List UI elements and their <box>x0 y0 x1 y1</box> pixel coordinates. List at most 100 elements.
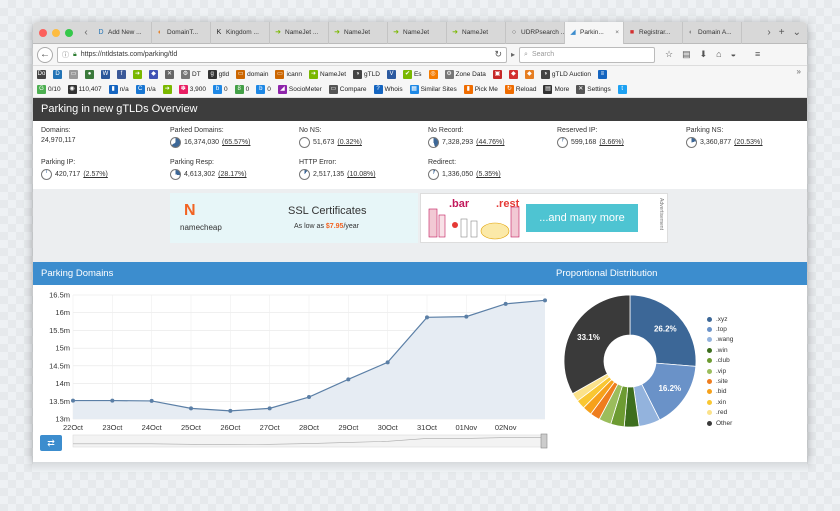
many-more-button[interactable]: ...and many more <box>526 204 638 232</box>
bookmark-item[interactable]: ▭ domain <box>236 69 268 79</box>
bookmark-item[interactable]: ✔ Es <box>402 69 422 79</box>
info-icon[interactable]: ⓘ <box>62 50 69 60</box>
bookmark-item[interactable]: Cn/a <box>135 85 156 94</box>
data-point[interactable] <box>425 315 429 320</box>
tab-5[interactable]: ➜ NameJet <box>388 22 447 44</box>
bookmark-item[interactable]: ▦ Similar Sites <box>409 85 457 94</box>
bookmark-star-icon[interactable]: ☆ <box>665 49 673 60</box>
pocket-icon[interactable]: ◒ <box>731 49 736 60</box>
data-point[interactable] <box>307 395 311 400</box>
bookmark-item[interactable]: ✽ 3,900 <box>178 85 206 94</box>
data-point[interactable] <box>464 314 469 319</box>
bookmark-item[interactable]: V <box>386 69 396 79</box>
tab-7[interactable]: ○ UDRPsearch ... <box>506 22 565 44</box>
data-point[interactable] <box>503 301 508 306</box>
data-point[interactable] <box>228 408 233 413</box>
legend-item[interactable]: Other <box>707 418 733 428</box>
tab-2[interactable]: K Kingdom ... <box>211 22 270 44</box>
tabs-scroll-right-icon[interactable]: › <box>767 27 770 38</box>
data-point[interactable] <box>543 298 547 303</box>
bookmark-item[interactable]: ▤ More <box>543 85 569 94</box>
data-point[interactable] <box>189 406 193 411</box>
bookmark-item[interactable]: ◆ <box>508 69 518 79</box>
bookmark-item[interactable]: ▮ n/a <box>108 85 129 94</box>
url-field[interactable]: ⓘ 🔒︎ https://ntldstats.com/parking/tld ↻ <box>57 46 507 63</box>
data-point[interactable] <box>385 360 390 365</box>
swap-chart-button[interactable]: ⇄ <box>40 435 62 451</box>
bookmark-item[interactable]: ➜ <box>162 85 172 94</box>
tab-list-menu-icon[interactable]: ⌄ <box>793 27 801 38</box>
tab-9[interactable]: ■ Registrar... <box>624 22 683 44</box>
bookmark-item[interactable]: b0 <box>256 85 271 94</box>
home-icon[interactable]: ⌂ <box>716 49 721 60</box>
menu-icon[interactable]: ≡ <box>755 49 760 60</box>
legend-item[interactable]: .xin <box>707 397 733 407</box>
data-point[interactable] <box>149 398 154 403</box>
close-window-button[interactable] <box>39 28 47 37</box>
close-tab-icon[interactable]: × <box>615 29 619 36</box>
tabs-scroll-left-icon[interactable]: ‹ <box>79 27 93 38</box>
download-icon[interactable]: ⬇ <box>700 49 708 60</box>
bar-rest-ad[interactable]: .bar .rest ...and many more Advertisemen… <box>420 193 668 243</box>
bookmark-item[interactable]: g gtld <box>207 69 229 79</box>
data-point[interactable] <box>267 406 272 411</box>
bookmark-item[interactable]: D <box>53 69 62 79</box>
bookmark-item[interactable]: ◢ SocioMeter <box>277 85 322 94</box>
tab-8[interactable]: ◢ Parkin... × <box>565 22 624 44</box>
bookmark-item[interactable]: ▮ Pick Me <box>463 85 498 94</box>
bookmark-item[interactable]: ▭ Compare <box>328 85 367 94</box>
range-handle[interactable] <box>540 433 548 449</box>
bookmark-item[interactable]: ▭ icann <box>275 69 302 79</box>
bookmark-item[interactable]: t <box>617 85 627 94</box>
legend-item[interactable]: .win <box>707 345 733 355</box>
tab-10[interactable]: ◐ Domain A... <box>683 22 742 44</box>
bookmark-item[interactable]: b0 <box>213 85 228 94</box>
legend-item[interactable]: .site <box>707 376 733 386</box>
data-point[interactable] <box>346 377 351 382</box>
bookmark-item[interactable]: ◆ <box>524 69 534 79</box>
legend-item[interactable]: .xyz <box>707 314 733 324</box>
parking-domains-chart[interactable]: 13m13.5m14m14.5m15m15.5m16m16.5m22Oct 23O… <box>33 285 553 462</box>
bookmark-item[interactable]: ➜ NameJet <box>309 69 346 79</box>
bookmark-item[interactable]: ⚙ Zone Data <box>444 69 486 79</box>
bookmark-item[interactable]: ➜ <box>133 69 142 79</box>
bookmark-item[interactable]: ◆ <box>149 69 158 79</box>
reading-list-icon[interactable]: ▤ <box>682 49 691 60</box>
bookmark-item[interactable]: ? Whois <box>373 85 403 94</box>
bookmark-item[interactable]: ◑ gTLD <box>353 69 380 79</box>
tab-1[interactable]: ◐ DomainT... <box>152 22 211 44</box>
bookmark-item[interactable]: ≡ <box>597 69 607 79</box>
bookmark-item[interactable]: ↻ Reload <box>504 85 536 94</box>
distribution-pie-chart[interactable]: 26.2% 16.2% 33.1% <box>560 291 700 431</box>
back-button[interactable]: ← <box>37 46 53 63</box>
tab-6[interactable]: ➜ NameJet <box>447 22 506 44</box>
bookmark-item[interactable]: ◑ gTLD Auction <box>540 69 591 79</box>
tab-0[interactable]: D Add New ... <box>93 22 152 44</box>
bookmark-item[interactable]: ✕ Settings <box>576 85 611 94</box>
bookmark-item[interactable]: ● <box>85 69 94 79</box>
data-point[interactable] <box>71 398 75 403</box>
range-navigator[interactable] <box>72 434 546 448</box>
legend-item[interactable]: .vip <box>707 366 733 376</box>
legend-item[interactable]: .club <box>707 356 733 366</box>
bookmark-item[interactable]: ▣ <box>492 69 502 79</box>
bookmark-item[interactable]: ⚙ DT <box>181 69 201 79</box>
legend-item[interactable]: .wang <box>707 335 733 345</box>
reload-icon[interactable]: ↻ <box>494 49 502 60</box>
bookmark-item[interactable]: f <box>117 69 126 79</box>
legend-item[interactable]: .red <box>707 408 733 418</box>
more-bookmarks-icon[interactable]: » <box>797 67 801 76</box>
tab-3[interactable]: ➜ NameJet ... <box>270 22 329 44</box>
bookmark-item[interactable]: ✕ <box>165 69 174 79</box>
bookmark-item[interactable]: W <box>101 69 110 79</box>
minimize-window-button[interactable] <box>52 28 60 37</box>
new-tab-button[interactable]: + <box>779 27 785 38</box>
legend-item[interactable]: .top <box>707 324 733 334</box>
dropdown-arrow-icon[interactable]: ▸ <box>511 50 515 59</box>
pie-slice[interactable] <box>563 294 631 395</box>
bookmark-item[interactable]: G 0/10 <box>37 85 61 94</box>
bookmark-item[interactable]: ▭ <box>69 69 78 79</box>
tab-4[interactable]: ➜ NameJet <box>329 22 388 44</box>
legend-item[interactable]: .bid <box>707 387 733 397</box>
bookmark-item[interactable]: ◎ <box>428 69 438 79</box>
